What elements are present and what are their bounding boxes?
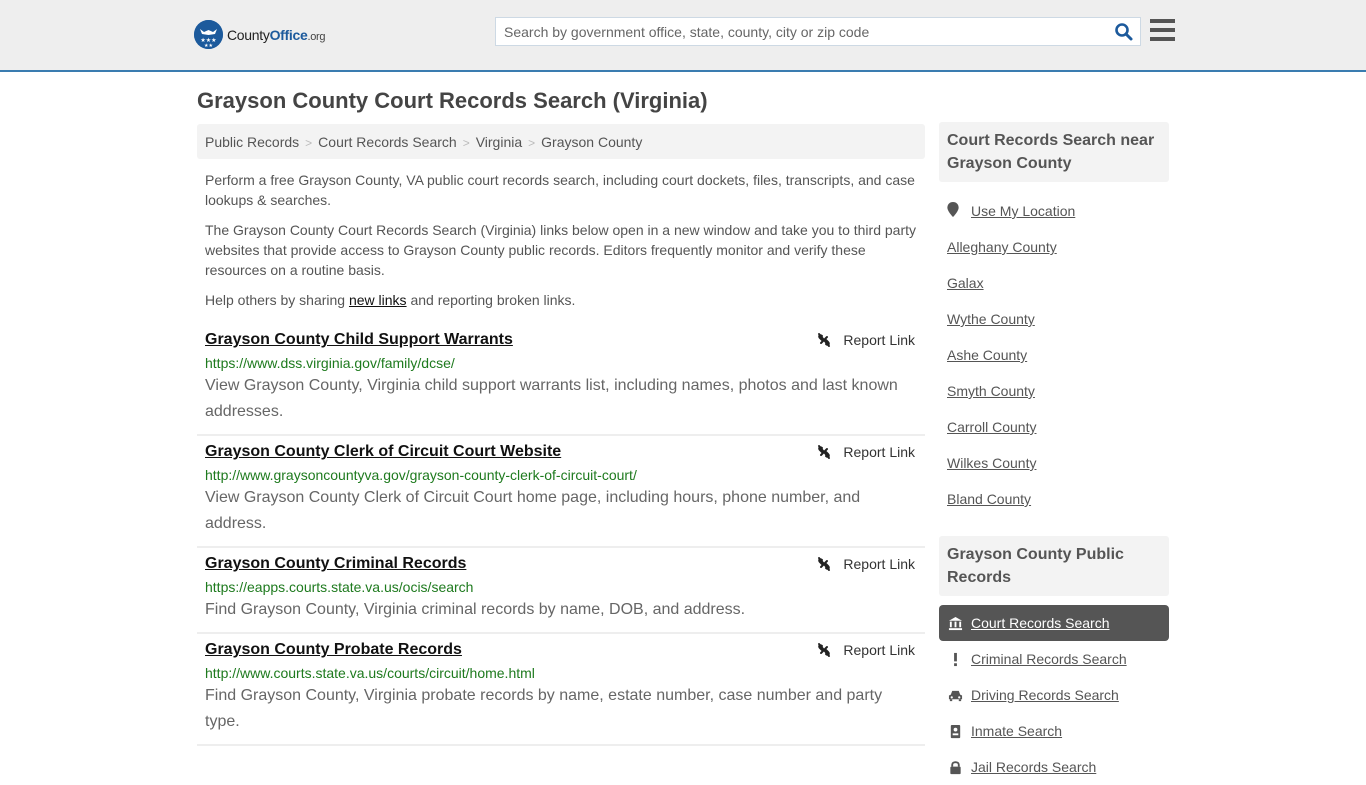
lock-icon	[947, 759, 963, 775]
use-my-location-link[interactable]: Use My Location	[947, 201, 1169, 237]
site-logo[interactable]: ★★★ ★★ CountyOffice.org	[194, 20, 326, 49]
results-list: Grayson County Child Support Warrants Re…	[197, 324, 925, 746]
nearby-heading: Court Records Search near Grayson County	[939, 122, 1169, 182]
svg-text:★★: ★★	[204, 43, 213, 49]
menu-bar-icon	[1150, 37, 1175, 41]
result-description: Find Grayson County, Virginia criminal r…	[205, 601, 746, 618]
breadcrumb: Public Records > Court Records Search > Virg…	[197, 124, 925, 159]
hamburger-menu-button[interactable]	[1150, 19, 1175, 42]
report-link-button[interactable]: Report Link	[816, 332, 915, 348]
sidebar-item-inmate-search[interactable]: Inmate Search	[939, 713, 1169, 749]
id-badge-icon	[947, 723, 963, 739]
search-icon	[1115, 23, 1133, 41]
report-link-button[interactable]: Report Link	[816, 642, 915, 658]
nearby-place-link[interactable]: Wythe County	[947, 309, 1169, 345]
result-item: Grayson County Child Support Warrants Re…	[197, 324, 925, 436]
map-pin-icon	[947, 202, 959, 222]
search-box	[495, 17, 1141, 46]
logo-text: CountyOffice.org	[227, 26, 326, 43]
broken-link-icon	[818, 557, 831, 571]
broken-link-icon	[818, 333, 831, 347]
result-item: Grayson County Clerk of Circuit Court We…	[197, 436, 925, 548]
result-url: https://eapps.courts.state.va.us/ocis/se…	[205, 579, 474, 595]
sidebar-item-driving-records-search[interactable]: Driving Records Search	[939, 677, 1169, 713]
result-url: http://www.graysoncountyva.gov/grayson-c…	[205, 467, 637, 483]
menu-bar-icon	[1150, 28, 1175, 32]
nearby-place-link[interactable]: Smyth County	[947, 381, 1169, 417]
breadcrumb-separator: >	[462, 136, 470, 150]
intro-paragraph-1: Perform a free Grayson County, VA public…	[205, 172, 915, 208]
page-title: Grayson County Court Records Search (Vir…	[197, 88, 708, 113]
result-description: View Grayson County, Virginia child supp…	[205, 377, 898, 420]
breadcrumb-grayson-county[interactable]: Grayson County	[541, 134, 642, 150]
intro-text: Perform a free Grayson County, VA public…	[205, 170, 921, 320]
sidebar-item-criminal-records-search[interactable]: Criminal Records Search	[939, 641, 1169, 677]
nearby-place-link[interactable]: Carroll County	[947, 417, 1169, 453]
nearby-place-link[interactable]: Wilkes County	[947, 453, 1169, 489]
result-title-link[interactable]: Grayson County Probate Records	[205, 640, 462, 660]
result-description: View Grayson County Clerk of Circuit Cou…	[205, 489, 861, 532]
courthouse-icon	[947, 615, 963, 631]
site-header: ★★★ ★★ CountyOffice.org	[0, 0, 1366, 72]
report-link-button[interactable]: Report Link	[816, 444, 915, 460]
result-description: Find Grayson County, Virginia probate re…	[205, 687, 883, 730]
broken-link-icon	[818, 445, 831, 459]
public-records-heading: Grayson County Public Records	[939, 536, 1169, 596]
exclamation-icon	[947, 651, 963, 667]
nearby-place-link[interactable]: Ashe County	[947, 345, 1169, 381]
broken-link-icon	[818, 643, 831, 657]
breadcrumb-public-records[interactable]: Public Records	[205, 134, 299, 150]
nearby-list: Use My Location Alleghany County Galax W…	[947, 201, 1169, 525]
result-title-link[interactable]: Grayson County Criminal Records	[205, 554, 466, 574]
nearby-place-link[interactable]: Bland County	[947, 489, 1169, 525]
public-records-list: Court Records Search Criminal Records Se…	[939, 605, 1169, 785]
new-links-link[interactable]: new links	[349, 292, 407, 308]
sidebar-item-court-records-search[interactable]: Court Records Search	[939, 605, 1169, 641]
eagle-stars-logo-icon: ★★★ ★★	[194, 20, 223, 49]
breadcrumb-separator: >	[305, 136, 313, 150]
result-url: https://www.dss.virginia.gov/family/dcse…	[205, 355, 455, 371]
nearby-place-link[interactable]: Alleghany County	[947, 237, 1169, 273]
breadcrumb-court-records-search[interactable]: Court Records Search	[318, 134, 457, 150]
result-item: Grayson County Probate Records Report Li…	[197, 634, 925, 746]
search-button[interactable]	[1114, 22, 1134, 42]
result-url: http://www.courts.state.va.us/courts/cir…	[205, 665, 535, 681]
sidebar-item-jail-records-search[interactable]: Jail Records Search	[939, 749, 1169, 785]
intro-paragraph-3: Help others by sharing new links and rep…	[205, 292, 576, 308]
result-title-link[interactable]: Grayson County Clerk of Circuit Court We…	[205, 442, 561, 462]
search-input[interactable]	[496, 18, 1096, 45]
car-icon	[947, 687, 963, 703]
intro-paragraph-2: The Grayson County Court Records Search …	[205, 222, 916, 278]
nearby-place-link[interactable]: Galax	[947, 273, 1169, 309]
breadcrumb-virginia[interactable]: Virginia	[476, 134, 522, 150]
report-link-button[interactable]: Report Link	[816, 556, 915, 572]
result-item: Grayson County Criminal Records Report L…	[197, 548, 925, 634]
menu-bar-icon	[1150, 19, 1175, 23]
breadcrumb-separator: >	[528, 136, 536, 150]
result-title-link[interactable]: Grayson County Child Support Warrants	[205, 330, 513, 350]
